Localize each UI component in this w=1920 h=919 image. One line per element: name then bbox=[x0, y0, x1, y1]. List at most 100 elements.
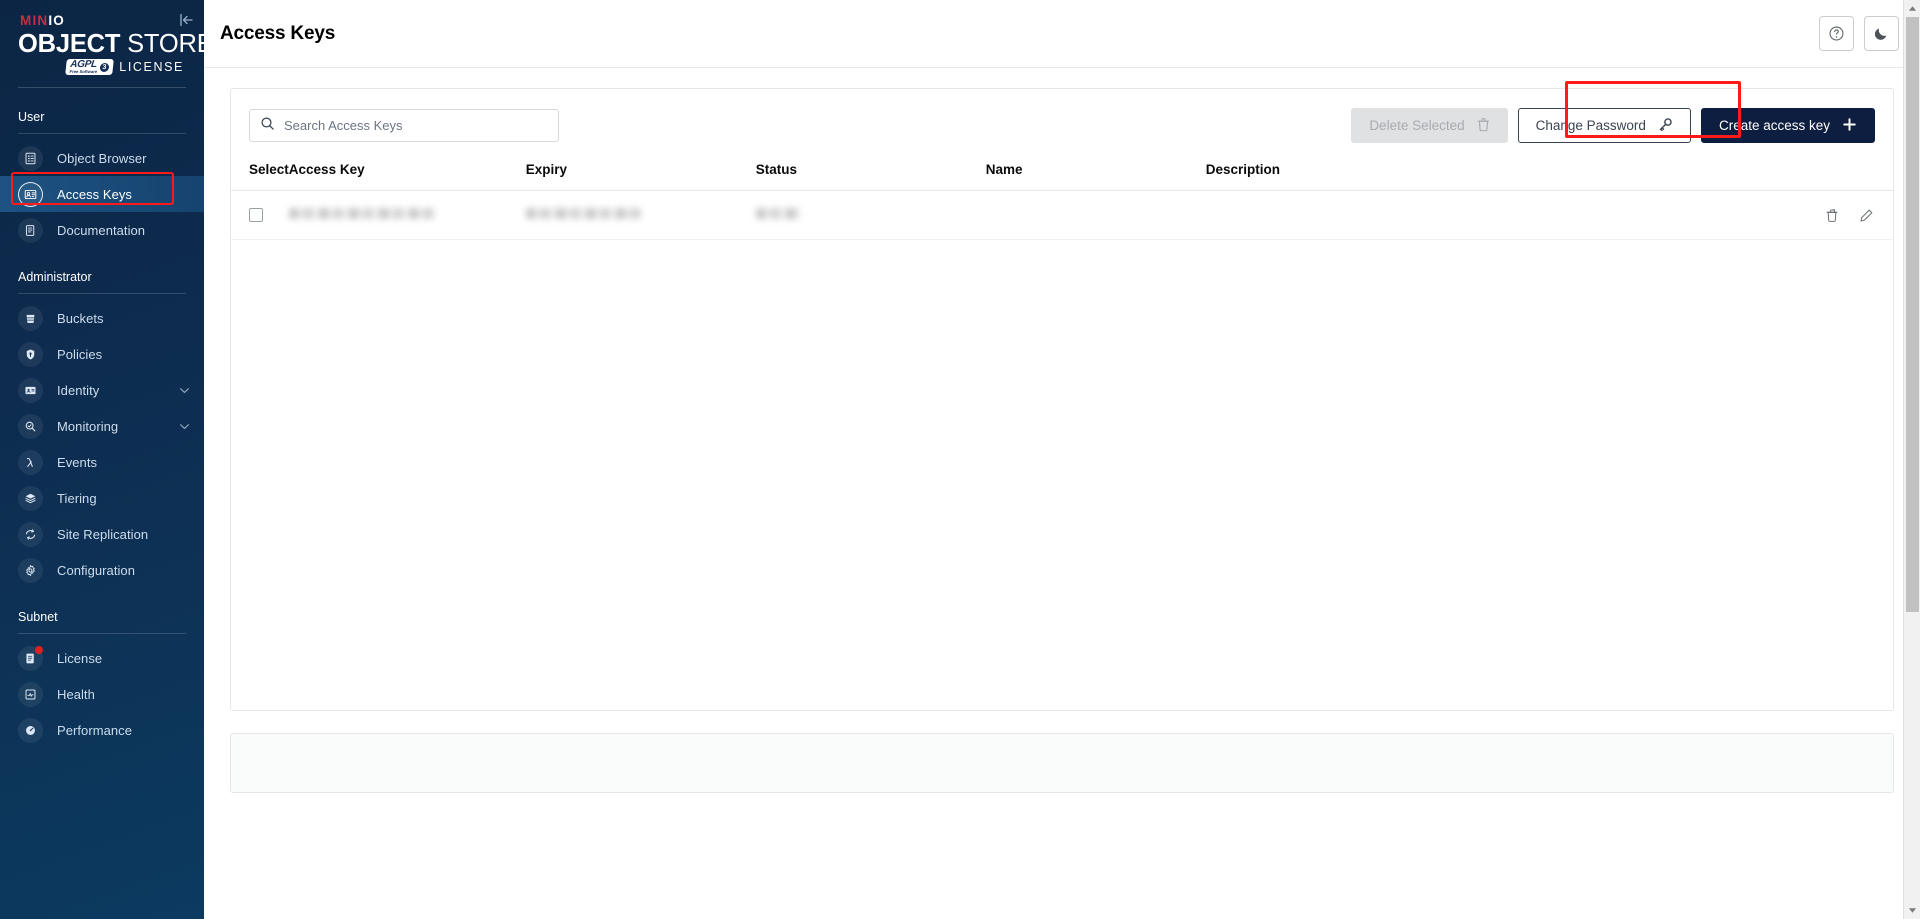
brand-object-word: OBJECT bbox=[18, 30, 120, 58]
table-row[interactable] bbox=[231, 191, 1893, 240]
sidebar-label-performance: Performance bbox=[57, 723, 132, 738]
site-replication-icon bbox=[18, 522, 43, 547]
sidebar-divider-administrator bbox=[18, 293, 186, 294]
sidebar-label-monitoring: Monitoring bbox=[57, 419, 118, 434]
object-browser-icon bbox=[18, 146, 43, 171]
sidebar-item-tiering[interactable]: Tiering bbox=[0, 480, 204, 516]
brand-minio-wordmark: MINIO bbox=[20, 14, 186, 28]
help-circle-icon[interactable] bbox=[1819, 16, 1854, 51]
create-access-key-button[interactable]: Create access key bbox=[1701, 108, 1875, 143]
access-keys-icon bbox=[18, 182, 43, 207]
row-actions-cell bbox=[1783, 191, 1893, 240]
toolbar-buttons: Delete Selected Change Password bbox=[1351, 108, 1875, 143]
chevron-down-icon[interactable] bbox=[179, 387, 190, 394]
key-icon bbox=[1658, 117, 1673, 135]
column-header-select: Select bbox=[231, 156, 289, 191]
health-icon bbox=[18, 682, 43, 707]
brand-store-word: STORE bbox=[127, 30, 204, 58]
sidebar-section-subnet: Subnet bbox=[0, 610, 204, 624]
brand-license-row: AGPL Free Software 3 LICENSE bbox=[18, 59, 186, 75]
column-header-description: Description bbox=[1206, 156, 1783, 191]
page-title: Access Keys bbox=[220, 23, 335, 45]
events-lambda-icon bbox=[18, 450, 43, 475]
sidebar-divider-user bbox=[18, 133, 186, 134]
plus-icon bbox=[1842, 117, 1857, 135]
scroll-up-arrow-icon[interactable] bbox=[1904, 0, 1920, 17]
monitoring-icon bbox=[18, 414, 43, 439]
scrollbar-thumb[interactable] bbox=[1906, 17, 1919, 612]
policies-icon bbox=[18, 342, 43, 367]
sidebar-label-object-browser: Object Browser bbox=[57, 151, 147, 166]
sidebar-item-performance[interactable]: Performance bbox=[0, 712, 204, 748]
change-password-button[interactable]: Change Password bbox=[1518, 108, 1691, 143]
table-empty-space bbox=[231, 240, 1893, 710]
sidebar-item-policies[interactable]: Policies bbox=[0, 336, 204, 372]
brand-object-store: OBJECT STORE bbox=[18, 31, 186, 58]
row-select-checkbox[interactable] bbox=[249, 208, 263, 222]
secondary-panel bbox=[230, 733, 1894, 793]
redacted-access-key-value bbox=[289, 208, 435, 219]
column-header-access-key: Access Key bbox=[289, 156, 526, 191]
access-keys-panel: Delete Selected Change Password bbox=[230, 88, 1894, 711]
table-header-row: Select Access Key Expiry Status Name Des… bbox=[231, 156, 1893, 191]
collapse-sidebar-icon[interactable] bbox=[174, 8, 198, 32]
documentation-icon bbox=[18, 218, 43, 243]
page-header: Access Keys bbox=[204, 0, 1920, 68]
redacted-expiry-value bbox=[526, 208, 642, 219]
brand-minio-suffix: IO bbox=[48, 13, 65, 28]
row-status-cell bbox=[756, 191, 986, 240]
search-icon bbox=[260, 116, 275, 136]
column-header-actions bbox=[1783, 156, 1893, 191]
sidebar-section-administrator: Administrator bbox=[0, 270, 204, 284]
sidebar-item-buckets[interactable]: Buckets bbox=[0, 300, 204, 336]
identity-icon bbox=[18, 378, 43, 403]
column-header-name: Name bbox=[986, 156, 1206, 191]
sidebar-label-health: Health bbox=[57, 687, 95, 702]
search-access-keys-box[interactable] bbox=[249, 109, 559, 142]
sidebar-item-identity[interactable]: Identity bbox=[0, 372, 204, 408]
brand-license-label: LICENSE bbox=[119, 60, 184, 74]
buckets-icon bbox=[18, 306, 43, 331]
change-password-label: Change Password bbox=[1536, 118, 1646, 133]
page-scrollbar[interactable] bbox=[1903, 0, 1920, 919]
sidebar-label-site-replication: Site Replication bbox=[57, 527, 148, 542]
table-header: Select Access Key Expiry Status Name Des… bbox=[231, 156, 1893, 191]
header-actions bbox=[1819, 16, 1899, 51]
tiering-layers-icon bbox=[18, 486, 43, 511]
delete-selected-button[interactable]: Delete Selected bbox=[1351, 108, 1507, 143]
sidebar-label-license: License bbox=[57, 651, 102, 666]
redacted-status-value bbox=[756, 208, 800, 219]
trash-icon bbox=[1477, 117, 1490, 135]
column-header-status: Status bbox=[756, 156, 986, 191]
row-delete-icon[interactable] bbox=[1819, 202, 1845, 228]
main-content: Access Keys bbox=[204, 0, 1920, 919]
search-input[interactable] bbox=[284, 118, 548, 133]
sidebar-label-identity: Identity bbox=[57, 383, 99, 398]
agpl-badge: AGPL Free Software 3 bbox=[65, 59, 113, 75]
sidebar-item-health[interactable]: Health bbox=[0, 676, 204, 712]
row-select-cell bbox=[231, 191, 289, 240]
sidebar-item-events[interactable]: Events bbox=[0, 444, 204, 480]
agpl-badge-subtext: Free Software bbox=[69, 70, 97, 74]
dark-mode-moon-icon[interactable] bbox=[1864, 16, 1899, 51]
scroll-down-arrow-icon[interactable] bbox=[1904, 902, 1920, 919]
sidebar-item-monitoring[interactable]: Monitoring bbox=[0, 408, 204, 444]
sidebar-item-site-replication[interactable]: Site Replication bbox=[0, 516, 204, 552]
row-expiry-cell bbox=[526, 191, 756, 240]
sidebar-label-policies: Policies bbox=[57, 347, 102, 362]
sidebar-item-object-browser[interactable]: Object Browser bbox=[0, 140, 204, 176]
sidebar-item-documentation[interactable]: Documentation bbox=[0, 212, 204, 248]
sidebar-label-configuration: Configuration bbox=[57, 563, 135, 578]
sidebar-item-configuration[interactable]: Configuration bbox=[0, 552, 204, 588]
row-access-key-cell bbox=[289, 191, 526, 240]
create-access-key-label: Create access key bbox=[1719, 118, 1830, 133]
sidebar-item-access-keys[interactable]: Access Keys bbox=[0, 176, 204, 212]
row-description-cell bbox=[1206, 191, 1783, 240]
row-edit-icon[interactable] bbox=[1853, 202, 1879, 228]
sidebar-divider-subnet bbox=[18, 633, 186, 634]
column-header-expiry: Expiry bbox=[526, 156, 756, 191]
sidebar-item-license[interactable]: License bbox=[0, 640, 204, 676]
toolbar: Delete Selected Change Password bbox=[231, 89, 1893, 156]
brand-minio-prefix: MIN bbox=[20, 13, 48, 28]
chevron-down-icon[interactable] bbox=[179, 423, 190, 430]
